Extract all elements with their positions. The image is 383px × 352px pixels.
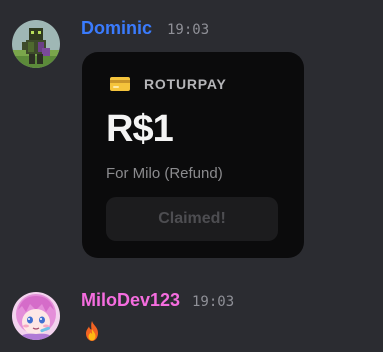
payment-description: For Milo (Refund) <box>106 165 223 182</box>
roturpay-payment-card: ROTURPAY R$1 For Milo (Refund) Claimed! <box>82 52 304 258</box>
username-dominic[interactable]: Dominic <box>81 18 152 38</box>
dominic-avatar[interactable] <box>12 20 60 68</box>
pink-anime-character-avatar-icon <box>12 292 60 340</box>
card-header: ROTURPAY <box>110 76 227 92</box>
pixel-character-avatar-icon <box>12 20 60 68</box>
card-brand: ROTURPAY <box>144 76 227 92</box>
payment-amount: R$1 <box>106 108 174 150</box>
credit-card-icon <box>110 77 130 91</box>
milodev123-avatar[interactable] <box>12 292 60 340</box>
message-timestamp: 19:03 <box>192 294 235 310</box>
claimed-button[interactable]: Claimed! <box>106 197 278 241</box>
fire-emoji-icon <box>81 320 103 342</box>
message-timestamp: 19:03 <box>167 22 210 38</box>
username-milodev123[interactable]: MiloDev123 <box>81 290 180 310</box>
